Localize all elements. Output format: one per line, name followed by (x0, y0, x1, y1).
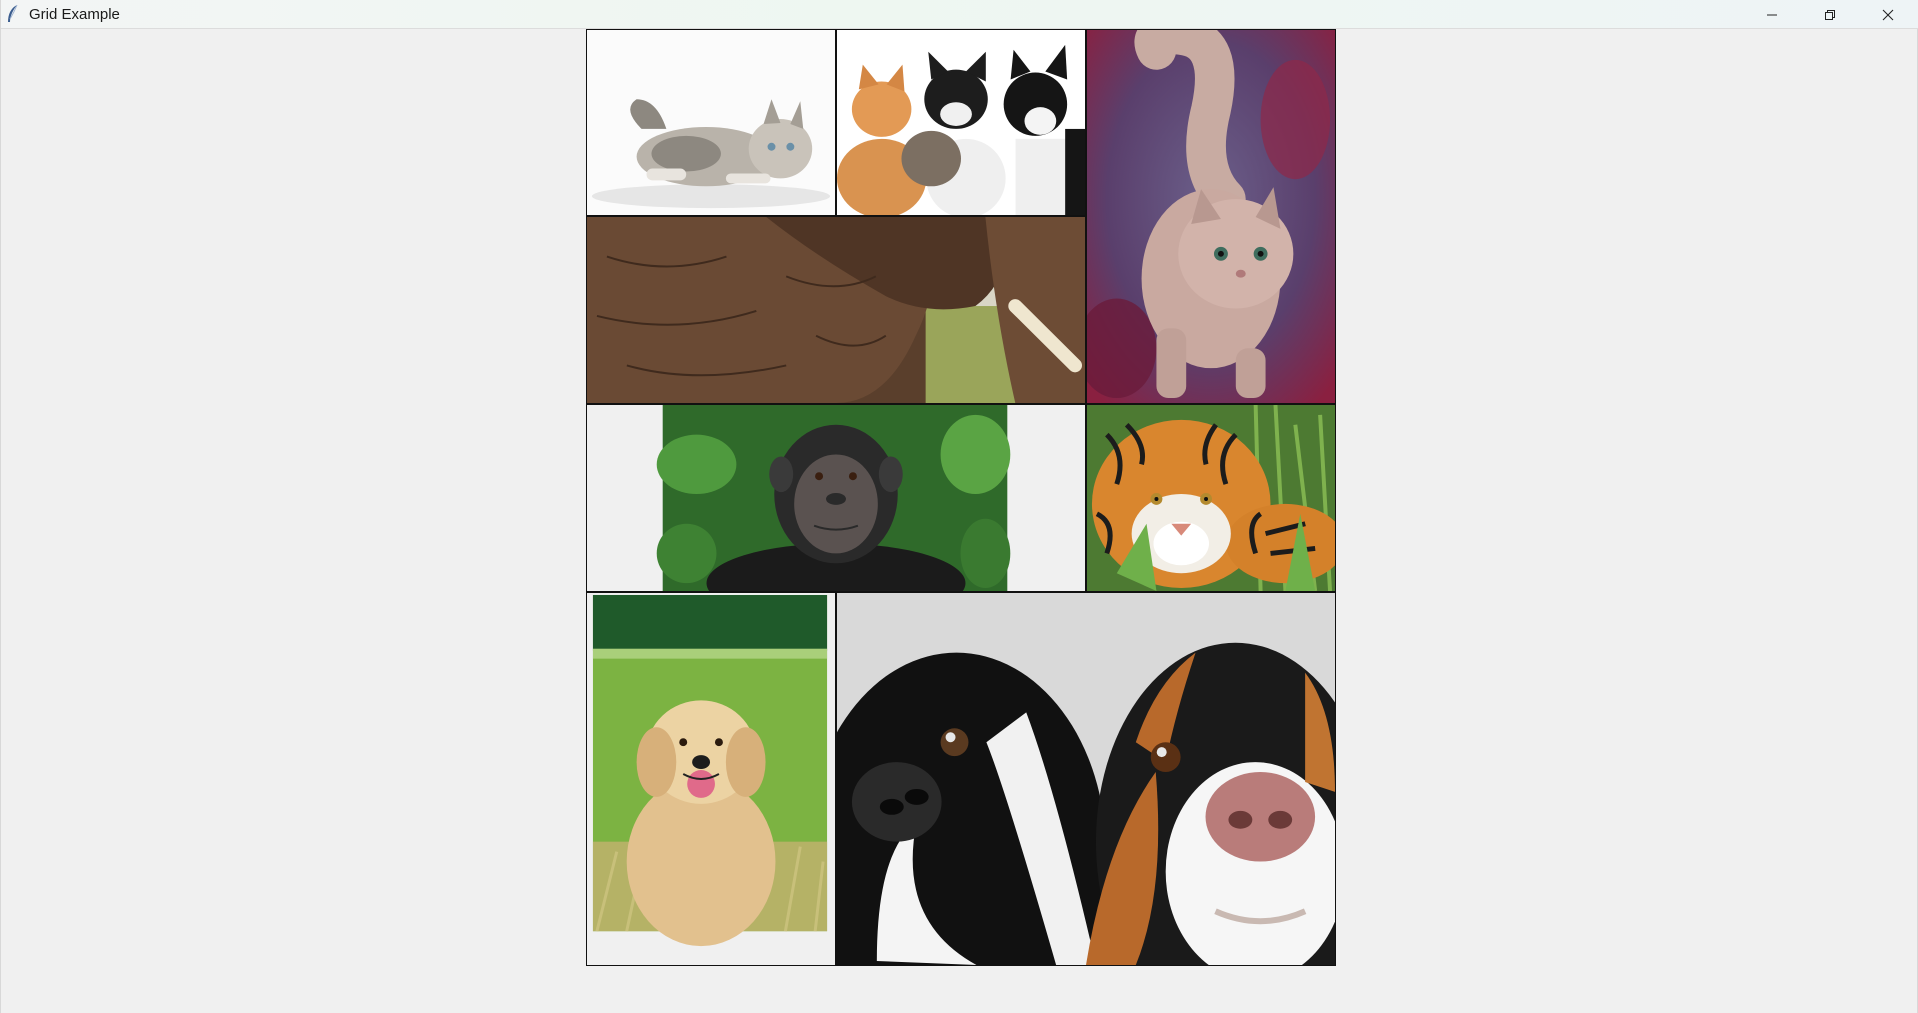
close-icon (1882, 9, 1894, 20)
title-bar[interactable]: Grid Example (1, 0, 1918, 29)
cat-lying-image (586, 29, 836, 216)
window-title: Grid Example (29, 6, 120, 23)
minimize-icon (1767, 14, 1777, 15)
two-dogs-image (836, 592, 1336, 966)
restore-icon (1825, 9, 1835, 20)
feather-icon (8, 4, 18, 22)
tiger-image (1086, 404, 1336, 592)
elephant-image (586, 216, 1086, 404)
kittens-image (836, 29, 1086, 216)
maximize-button[interactable] (1801, 0, 1859, 29)
fluffy-cat-image (1086, 29, 1336, 404)
chimpanzee-image (586, 404, 1086, 592)
golden-retriever-image (586, 592, 836, 966)
close-button[interactable] (1859, 0, 1917, 29)
app-window: Grid Example (0, 0, 1918, 1013)
image-grid (586, 29, 1336, 966)
minimize-button[interactable] (1743, 0, 1801, 29)
